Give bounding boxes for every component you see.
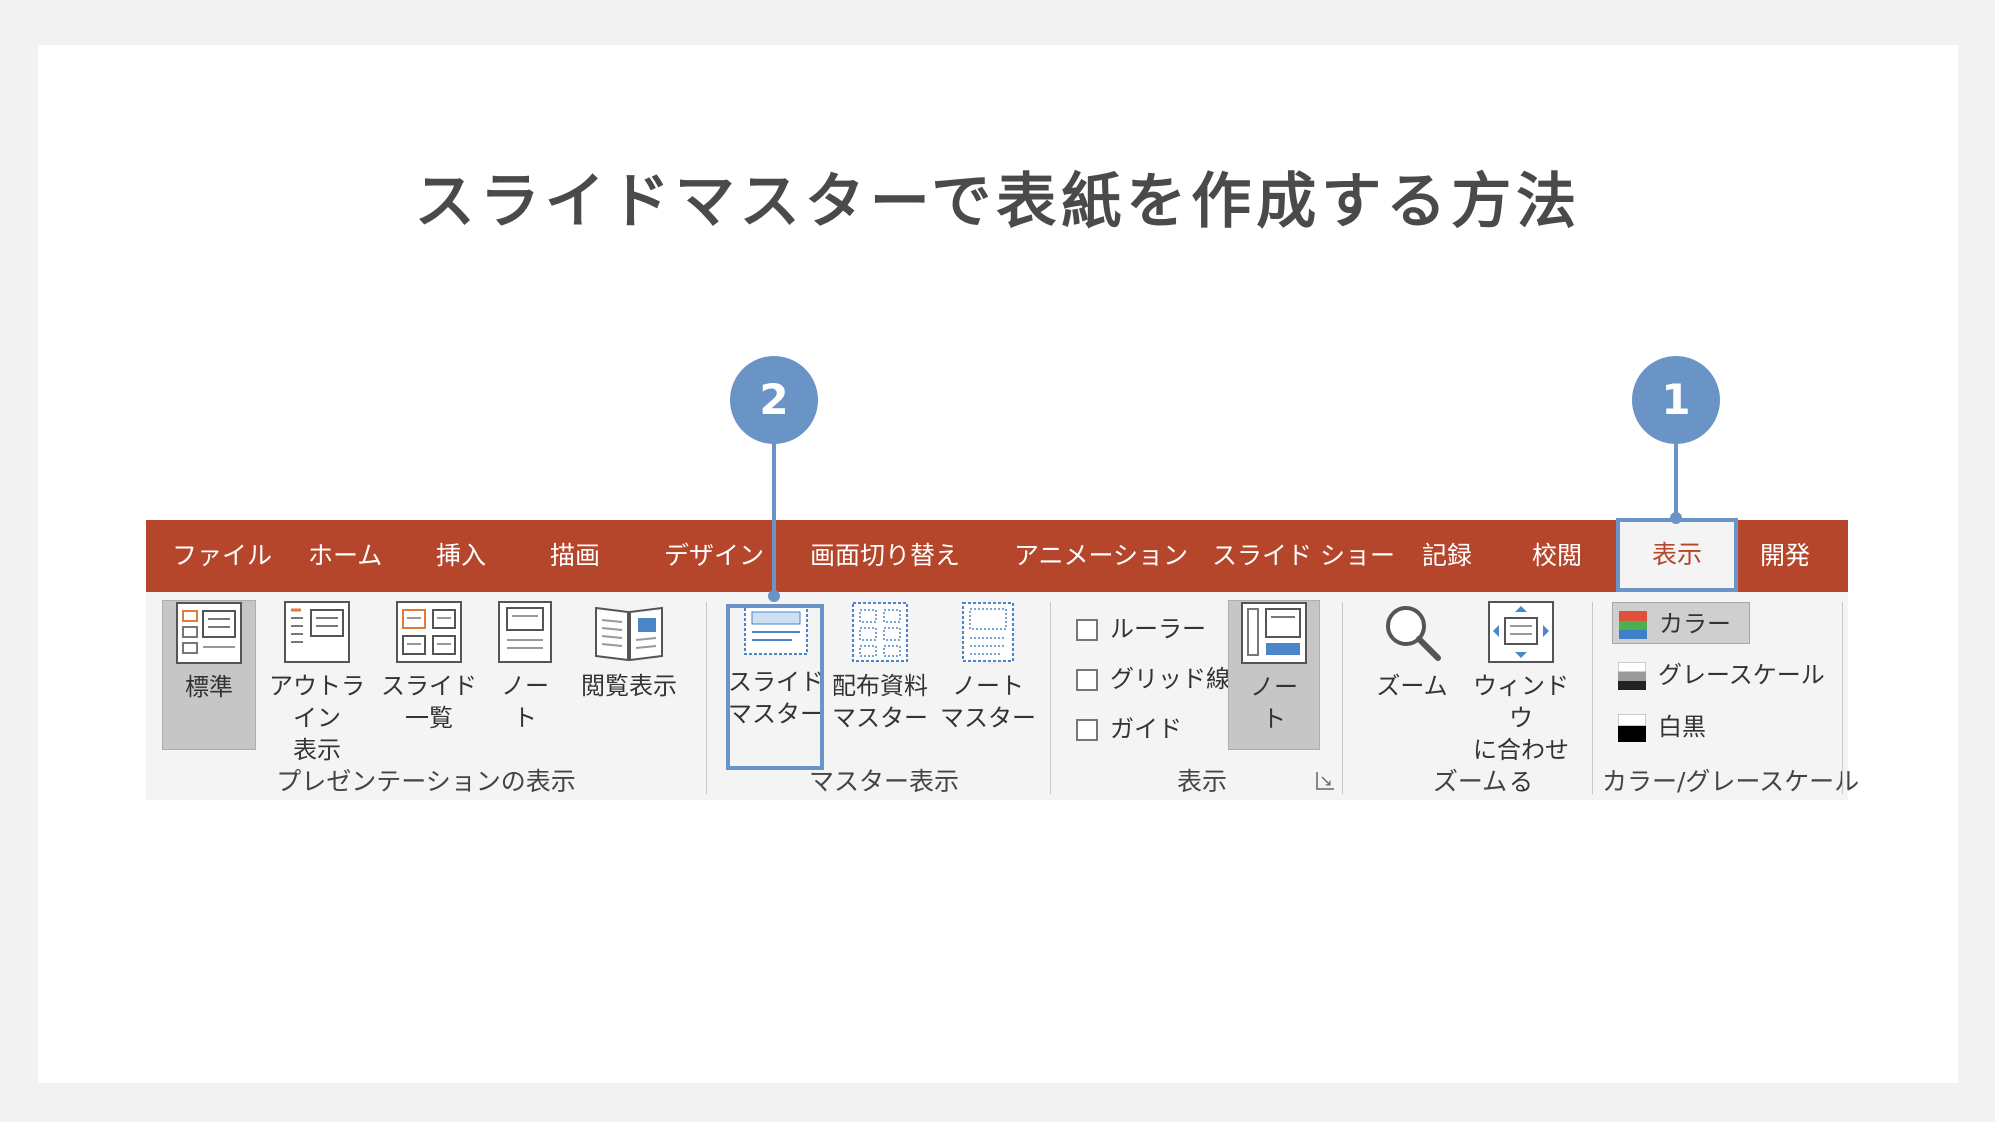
grayscale-option[interactable]: グレースケール [1612, 654, 1843, 696]
tab-animations[interactable]: アニメーション [1014, 520, 1188, 592]
black-white-swatch-icon [1618, 714, 1646, 742]
page-title: スライドマスターで表紙を作成する方法 [414, 167, 1582, 237]
notes-pane-icon [1241, 602, 1307, 664]
magnifier-icon [1386, 606, 1441, 661]
notes-page-button[interactable]: ノー ト [482, 600, 568, 750]
reading-view-label: 閲覧表示 [581, 672, 677, 700]
checkbox-box [1076, 669, 1098, 691]
tab-file[interactable]: ファイル [172, 520, 272, 592]
group-separator [1842, 602, 1843, 794]
ruler-checkbox[interactable]: ルーラー [1076, 612, 1206, 646]
group-separator [1592, 602, 1593, 794]
tab-developer[interactable]: 開発 [1760, 520, 1810, 592]
dialog-launcher-icon[interactable]: ↘ [1316, 772, 1334, 790]
checkbox-box [1076, 719, 1098, 741]
guides-label: ガイド [1110, 715, 1182, 743]
group-separator [1342, 602, 1343, 794]
tab-draw[interactable]: 描画 [550, 520, 600, 592]
tab-record[interactable]: 記録 [1422, 520, 1472, 592]
tab-review[interactable]: 校閲 [1532, 520, 1582, 592]
callout-pointer-dot [768, 590, 780, 602]
ruler-label: ルーラー [1110, 615, 1206, 643]
grayscale-swatch-icon [1618, 662, 1646, 690]
callout-leader-line [1674, 440, 1678, 518]
notes-pane-button[interactable]: ノー ト [1228, 600, 1320, 750]
outline-view-button[interactable]: アウトライン 表示 [258, 600, 376, 764]
zoom-label: ズーム [1376, 672, 1448, 700]
notes-page-label: ノー ト [501, 672, 549, 732]
slide-sorter-label: スライド 一覧 [381, 672, 477, 732]
gridlines-label: グリッド線 [1110, 665, 1230, 693]
slide-sorter-button[interactable]: スライド 一覧 [380, 600, 478, 750]
notes-master-icon [962, 602, 1014, 662]
notes-master-label: ノート マスター [940, 672, 1036, 732]
group-label-zoom: ズーム [1432, 767, 1508, 796]
group-label-presentation-views: プレゼンテーションの表示 [276, 767, 576, 796]
grayscale-label: グレースケール [1658, 661, 1825, 689]
callout-pointer-dot [1670, 512, 1682, 524]
group-label-color-grayscale: カラー/グレースケール [1602, 767, 1860, 796]
group-separator [706, 602, 707, 794]
normal-view-button[interactable]: 標準 [162, 600, 256, 750]
tab-slide-show[interactable]: スライド ショー [1212, 520, 1395, 592]
notes-master-button[interactable]: ノート マスター [936, 600, 1040, 750]
normal-view-icon [176, 602, 242, 664]
fit-to-window-icon [1488, 601, 1554, 663]
guides-checkbox[interactable]: ガイド [1076, 712, 1182, 746]
reading-view-icon [595, 606, 663, 662]
slide-master-label: スライド マスター [728, 668, 824, 728]
outline-view-label: アウトライン 表示 [269, 672, 365, 764]
black-white-label: 白黒 [1658, 713, 1706, 741]
callout-leader-line [772, 440, 776, 596]
color-option[interactable]: カラー [1612, 602, 1750, 644]
tab-insert[interactable]: 挿入 [436, 520, 486, 592]
gridlines-checkbox[interactable]: グリッド線 [1076, 662, 1230, 696]
color-swatch-icon [1619, 611, 1647, 639]
normal-view-label: 標準 [185, 673, 233, 701]
group-separator [1050, 602, 1051, 794]
handout-master-label: 配布資料 マスター [832, 672, 928, 732]
black-white-option[interactable]: 白黒 [1612, 706, 1724, 748]
slide-sorter-icon [396, 601, 462, 663]
zoom-button[interactable]: ズーム [1364, 600, 1460, 750]
handout-master-icon [852, 602, 908, 662]
notes-page-icon [498, 601, 552, 663]
tab-transitions[interactable]: 画面切り替え [810, 520, 960, 592]
handout-master-button[interactable]: 配布資料 マスター [826, 600, 934, 750]
ribbon-tab-bar: ファイル ホーム 挿入 描画 デザイン 画面切り替え アニメーション スライド … [146, 518, 1848, 592]
checkbox-box [1076, 619, 1098, 641]
outline-view-icon [284, 601, 350, 663]
tab-home[interactable]: ホーム [308, 520, 382, 592]
slide-master-icon [744, 605, 808, 655]
group-label-show: 表示 [1176, 767, 1227, 796]
notes-pane-label: ノー ト [1250, 673, 1298, 733]
callout-step-2: 2 [730, 356, 818, 444]
ribbon-view-panel: 標準 アウトライン 表示 スライド 一覧 ノー ト 閲覧表示 プレゼンテーション… [146, 592, 1860, 800]
reading-view-button[interactable]: 閲覧表示 [572, 600, 686, 750]
callout-step-1: 1 [1632, 356, 1720, 444]
color-label: カラー [1659, 610, 1731, 638]
tab-view[interactable]: 表示 [1616, 518, 1738, 592]
group-label-master-views: マスター表示 [808, 767, 959, 796]
tab-design[interactable]: デザイン [664, 520, 764, 592]
slide-master-button[interactable]: スライド マスター [728, 600, 824, 750]
fit-to-window-button[interactable]: ウィンドウ に合わせる [1462, 600, 1580, 796]
